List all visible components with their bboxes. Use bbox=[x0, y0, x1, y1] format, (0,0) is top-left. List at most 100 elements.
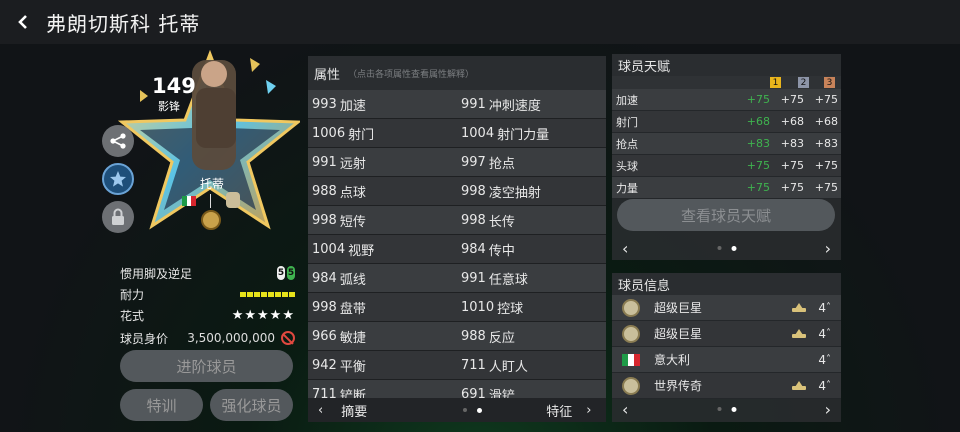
attribute-cell[interactable]: 998 短传 bbox=[308, 206, 457, 234]
talent-level-2-value: +83 bbox=[780, 137, 804, 150]
price-value-wrap: 3,500,000,000 bbox=[187, 331, 295, 345]
level-value: 4 bbox=[818, 378, 826, 393]
page-dots bbox=[463, 407, 483, 413]
attribute-cell[interactable]: 1004 视野 bbox=[308, 235, 457, 263]
chevron-right-icon[interactable]: › bbox=[586, 403, 591, 418]
card-divider bbox=[210, 194, 211, 208]
attribute-cell[interactable]: 997 抢点 bbox=[457, 148, 606, 176]
chevron-left-icon[interactable]: ‹ bbox=[622, 400, 628, 419]
attribute-cell[interactable]: 988 点球 bbox=[308, 177, 457, 205]
level-2-badge: 2 bbox=[798, 77, 809, 88]
player-info-row[interactable]: 超级巨星 4 ˄ bbox=[612, 295, 841, 321]
talent-panel: 球员天赋 1 2 3 加速 +75 +75 +75 射门 +68 +68 +68 抢点 +83 +8… bbox=[612, 54, 841, 260]
talent-label: 抢点 bbox=[616, 137, 638, 151]
italy-flag-icon bbox=[622, 353, 640, 366]
chevron-right-icon[interactable]: › bbox=[825, 400, 831, 419]
attribute-label: 反应 bbox=[488, 330, 515, 346]
talent-level-2-value: +75 bbox=[780, 93, 804, 106]
talent-pager: ‹ › bbox=[612, 238, 841, 258]
attribute-cell[interactable]: 1004 射门力量 bbox=[457, 119, 606, 147]
attribute-row: 998 短传 998 长传 bbox=[308, 206, 606, 235]
attribute-cell[interactable]: 991 冲刺速度 bbox=[457, 90, 606, 118]
foot-icon: 5 5 bbox=[277, 266, 295, 280]
foot-row: 惯用脚及逆足 5 5 bbox=[120, 263, 295, 283]
attribute-cell[interactable]: 966 敏捷 bbox=[308, 322, 457, 350]
attribute-cell[interactable]: 984 传中 bbox=[457, 235, 606, 263]
attribute-cell[interactable]: 998 长传 bbox=[457, 206, 606, 234]
player-info-label: 世界传奇 bbox=[654, 379, 703, 393]
attribute-cell[interactable]: 984 弧线 bbox=[308, 264, 457, 292]
level-3-badge: 3 bbox=[824, 77, 835, 88]
top-bar: 弗朗切斯科 托蒂 bbox=[0, 0, 960, 44]
attribute-value: 1006 bbox=[312, 125, 346, 141]
share-icon bbox=[110, 133, 126, 149]
attribute-cell[interactable]: 1006 射门 bbox=[308, 119, 457, 147]
share-button[interactable] bbox=[102, 125, 134, 157]
talent-level-2-value: +75 bbox=[780, 181, 804, 194]
favorite-button[interactable] bbox=[102, 163, 134, 195]
attribute-cell[interactable]: 998 凌空抽射 bbox=[457, 177, 606, 205]
price-label: 球员身价 bbox=[120, 331, 169, 346]
player-info-list: 超级巨星 4 ˄ 超级巨星 4 ˄ 意大利 4 ˄ 世界传奇 4 ˄ bbox=[612, 295, 841, 399]
stamina-row: 耐力 bbox=[120, 284, 295, 304]
chevron-left-icon[interactable]: ‹ bbox=[622, 239, 628, 258]
attribute-cell[interactable]: 991 任意球 bbox=[457, 264, 606, 292]
talent-level-2-value: +75 bbox=[780, 159, 804, 172]
attribute-row: 942 平衡 711 人盯人 bbox=[308, 351, 606, 380]
player-info-label: 超级巨星 bbox=[654, 301, 703, 315]
attribute-label: 冲刺速度 bbox=[488, 98, 541, 114]
superstar-badge-icon bbox=[622, 298, 640, 317]
attribute-label: 抢点 bbox=[488, 156, 515, 172]
level-up-icon: ˄ bbox=[826, 302, 831, 313]
attribute-label: 人盯人 bbox=[488, 359, 528, 375]
page-dot bbox=[717, 406, 721, 411]
attribute-cell[interactable]: 993 加速 bbox=[308, 90, 457, 118]
player-info-level: 4 ˄ bbox=[792, 379, 831, 393]
chevron-left-icon[interactable]: ‹ bbox=[318, 403, 323, 418]
page-dot bbox=[463, 408, 468, 412]
legend-badge-icon bbox=[622, 376, 640, 395]
training-button[interactable]: 特训 bbox=[120, 389, 203, 421]
player-info-row[interactable]: 超级巨星 4 ˄ bbox=[612, 321, 841, 347]
player-info-row[interactable]: 意大利 4 ˄ bbox=[612, 347, 841, 373]
attribute-label: 远射 bbox=[339, 156, 366, 172]
skill-label: 花式 bbox=[120, 308, 145, 323]
crown-icon bbox=[792, 381, 807, 390]
attribute-label: 敏捷 bbox=[339, 330, 366, 346]
attribute-label: 盘带 bbox=[339, 301, 366, 317]
page-dot-active bbox=[477, 407, 483, 413]
attribute-value: 1004 bbox=[312, 241, 346, 257]
attribute-value: 998 bbox=[312, 212, 337, 228]
attribute-value: 991 bbox=[461, 96, 486, 112]
attribute-cell[interactable]: 988 反应 bbox=[457, 322, 606, 350]
talent-row: 射门 +68 +68 +68 bbox=[612, 111, 841, 133]
attribute-cell[interactable]: 998 盘带 bbox=[308, 293, 457, 321]
back-arrow-icon[interactable] bbox=[6, 0, 40, 44]
player-info-row[interactable]: 世界传奇 4 ˄ bbox=[612, 373, 841, 399]
attribute-row: 991 远射 997 抢点 bbox=[308, 148, 606, 177]
view-talent-button[interactable]: 查看球员天赋 bbox=[617, 199, 835, 231]
chevron-right-icon[interactable]: › bbox=[825, 239, 831, 258]
talent-title: 球员天赋 bbox=[612, 54, 841, 76]
attribute-cell[interactable]: 942 平衡 bbox=[308, 351, 457, 379]
attributes-title: 属性 bbox=[314, 67, 341, 83]
lock-button[interactable] bbox=[102, 201, 134, 233]
attribute-cell[interactable]: 1010 控球 bbox=[457, 293, 606, 321]
weak-foot-value: 5 bbox=[287, 266, 295, 280]
skill-row: 花式 ★★★★★ bbox=[120, 305, 295, 325]
summary-tab[interactable]: 摘要 bbox=[341, 401, 367, 420]
club-badge-icon bbox=[226, 192, 240, 208]
attribute-value: 966 bbox=[312, 328, 337, 344]
level-value: 4 bbox=[818, 300, 826, 315]
attribute-label: 任意球 bbox=[488, 272, 528, 288]
player-info-level: 4 ˄ bbox=[792, 301, 831, 315]
attribute-row: 1004 视野 984 传中 bbox=[308, 235, 606, 264]
talent-row: 加速 +75 +75 +75 bbox=[612, 89, 841, 111]
advance-player-button[interactable]: 进阶球员 bbox=[120, 350, 293, 382]
traits-tab[interactable]: 特征 bbox=[546, 401, 572, 420]
attribute-cell[interactable]: 991 远射 bbox=[308, 148, 457, 176]
attribute-value: 1004 bbox=[461, 125, 495, 141]
talent-level-1-value: +83 bbox=[746, 137, 770, 150]
attribute-cell[interactable]: 711 人盯人 bbox=[457, 351, 606, 379]
strengthen-player-button[interactable]: 强化球员 bbox=[210, 389, 293, 421]
